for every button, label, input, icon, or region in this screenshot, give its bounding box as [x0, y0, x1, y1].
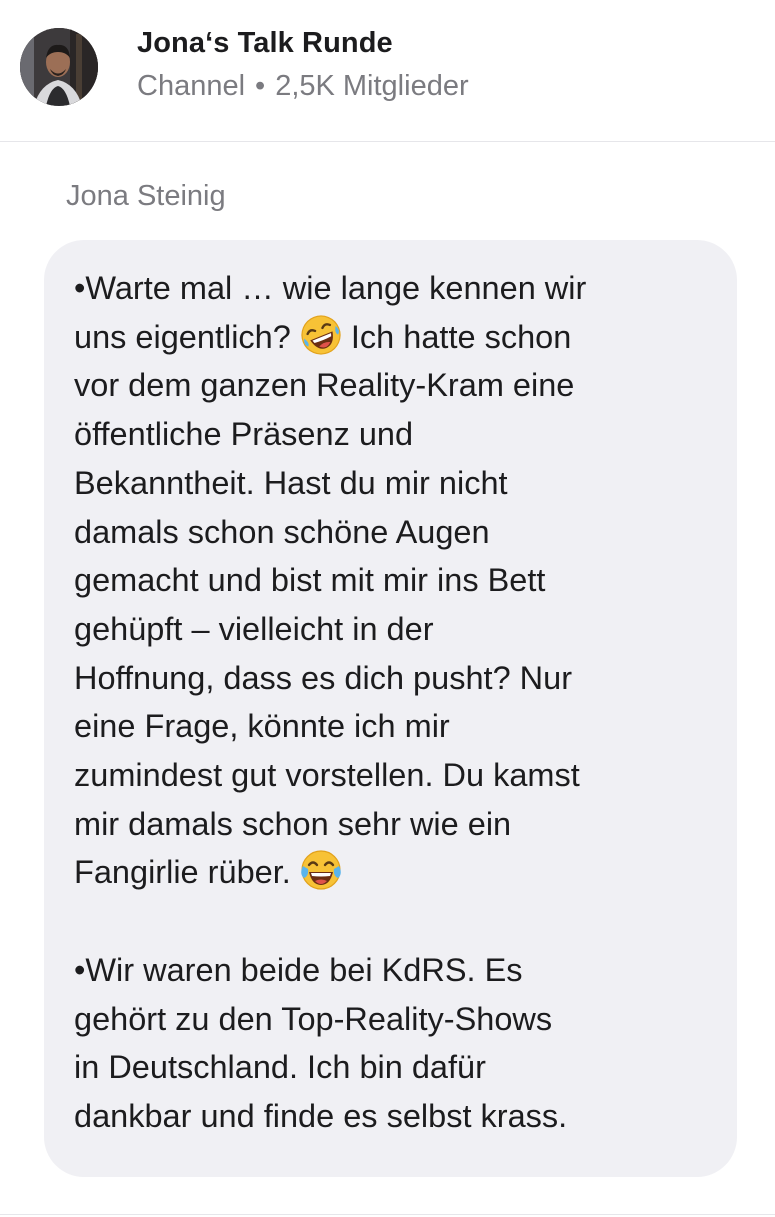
message-sender-name: Jona Steinig — [66, 180, 226, 212]
rolling-on-floor-laughing-emoji-icon — [301, 315, 341, 355]
message-line: öffentliche Präsenz und — [74, 416, 414, 453]
message-line: vor dem ganzen Reality-Kram eine — [74, 367, 575, 404]
channel-header: Jona‘s Talk Runde Channel • 2,5K Mitgliede… — [0, 0, 775, 142]
face-with-tears-of-joy-emoji-icon — [301, 850, 341, 891]
message-line: eine Frage, könnte ich mir — [74, 708, 450, 745]
channel-avatar[interactable] — [20, 28, 98, 106]
message-line: damals schon schöne Augen — [74, 513, 490, 550]
message-paragraph-2: •Wir waren beide bei KdRS. Es gehört zu … — [74, 946, 707, 1141]
member-count: 2,5K Mitglieder — [275, 70, 469, 102]
message-line: uns eigentlich? — [74, 318, 300, 355]
message-line: mir damals schon sehr wie ein — [74, 805, 512, 842]
message-line: •Warte mal … wie lange kennen wir — [74, 270, 587, 306]
message-line: gehört zu den Top-Reality-Shows — [74, 1000, 553, 1037]
separator-dot: • — [255, 70, 266, 102]
message-line: •Wir waren beide bei KdRS. Es — [74, 951, 523, 988]
message-line: dankbar und finde es selbst krass. — [74, 1097, 568, 1134]
message-line: Hoffnung, dass es dich pusht? Nur — [74, 659, 573, 696]
message-line: in Deutschland. Ich bin dafür — [74, 1049, 486, 1086]
channel-title[interactable]: Jona‘s Talk Runde — [137, 27, 393, 60]
message-line: Fangirlie rüber. — [74, 854, 300, 891]
message-line: Bekanntheit. Hast du mir nicht — [74, 464, 508, 501]
message-line: Ich hatte schon — [341, 318, 572, 355]
message-line: gehüpft – vielleicht in der — [74, 610, 434, 647]
message-bubble[interactable]: •Warte mal … wie lange kennen wir uns ei… — [44, 240, 737, 1177]
message-line: zumindest gut vorstellen. Du kamst — [74, 757, 580, 794]
channel-subtitle: Channel • 2,5K Mitglieder — [137, 70, 469, 103]
message-line: gemacht und bist mit mir ins Bett — [74, 562, 546, 599]
channel-type: Channel — [137, 70, 246, 102]
bottom-divider — [0, 1214, 775, 1215]
avatar-photo-icon — [20, 28, 98, 106]
message-paragraph-1: •Warte mal … wie lange kennen wir uns ei… — [74, 264, 707, 897]
